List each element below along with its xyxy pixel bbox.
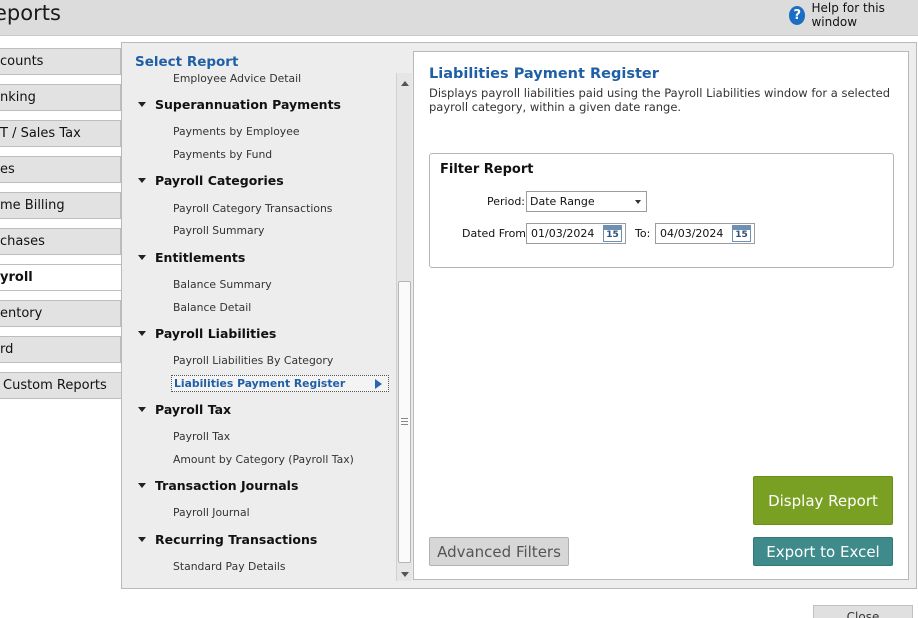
category-entitlements[interactable]: Entitlements [138, 250, 245, 265]
tab-card[interactable]: rd [0, 336, 121, 363]
close-button[interactable]: Close [813, 605, 913, 618]
period-value: Date Range [530, 195, 595, 208]
triangle-down-icon[interactable] [138, 255, 146, 260]
tab-label: Custom Reports [3, 378, 107, 393]
display-report-button[interactable]: Display Report [753, 476, 893, 525]
scroll-up-icon[interactable] [401, 81, 409, 86]
tab-gst-sales-tax[interactable]: T / Sales Tax [0, 120, 121, 147]
report-item[interactable]: Balance Summary [173, 278, 272, 291]
report-item[interactable]: Payroll Summary [173, 224, 264, 237]
calendar-icon[interactable]: 15 [603, 225, 622, 242]
report-item[interactable]: Standard Pay Details [173, 560, 285, 573]
date-to-value: 04/03/2024 [660, 227, 724, 240]
tab-label: chases [0, 234, 45, 249]
calendar-day: 15 [735, 230, 748, 240]
tab-time-billing[interactable]: me Billing [0, 192, 121, 219]
tab-payroll[interactable]: yroll [0, 264, 123, 291]
dated-from-field[interactable]: 01/03/2024 15 [526, 223, 626, 244]
select-report-heading: Select Report [135, 54, 239, 70]
report-item[interactable]: Payroll Tax [173, 430, 230, 443]
category-label: Transaction Journals [155, 478, 299, 493]
period-select[interactable]: Date Range [526, 191, 647, 212]
filter-title: Filter Report [440, 162, 534, 177]
window-titlebar: eports ? Help for this window [0, 0, 918, 36]
date-to-field[interactable]: 04/03/2024 15 [655, 223, 755, 244]
tab-accounts[interactable]: counts [0, 48, 121, 75]
report-item[interactable]: Payroll Journal [173, 506, 250, 519]
grip-icon [401, 418, 408, 425]
tab-inventory[interactable]: entory [0, 300, 121, 327]
period-label: Period: [487, 195, 526, 208]
help-link[interactable]: ? Help for this window [789, 1, 918, 29]
calendar-day: 15 [606, 230, 619, 240]
advanced-filters-button[interactable]: Advanced Filters [429, 537, 569, 566]
report-description: Displays payroll liabilities paid using … [429, 86, 891, 114]
triangle-down-icon[interactable] [138, 483, 146, 488]
category-label: Entitlements [155, 250, 246, 265]
triangle-down-icon[interactable] [138, 178, 146, 183]
category-payroll-categories[interactable]: Payroll Categories [138, 173, 284, 188]
export-to-excel-button[interactable]: Export to Excel [753, 537, 893, 566]
tab-label: T / Sales Tax [0, 126, 81, 141]
tab-label: yroll [0, 270, 33, 285]
dated-from-value: 01/03/2024 [531, 227, 595, 240]
report-item[interactable]: Balance Detail [173, 301, 251, 314]
report-item[interactable]: Amount by Category (Payroll Tax) [173, 453, 354, 466]
triangle-down-icon[interactable] [138, 102, 146, 107]
category-superannuation-payments[interactable]: Superannuation Payments [138, 97, 341, 112]
report-item[interactable]: Payroll Category Transactions [173, 202, 332, 215]
tab-banking[interactable]: nking [0, 84, 121, 111]
tab-label: es [0, 162, 15, 177]
help-label[interactable]: Help for this window [811, 1, 918, 29]
window-title: eports [0, 1, 61, 25]
tab-label: rd [0, 342, 14, 357]
category-label: Payroll Tax [155, 402, 232, 417]
tab-custom-reports[interactable]: Custom Reports [0, 372, 124, 399]
category-label: Superannuation Payments [155, 97, 341, 112]
category-transaction-journals[interactable]: Transaction Journals [138, 478, 298, 493]
category-recurring-transactions[interactable]: Recurring Transactions [138, 532, 317, 547]
arrow-right-icon [375, 379, 382, 389]
report-item[interactable]: Payments by Employee [173, 125, 299, 138]
triangle-down-icon[interactable] [138, 407, 146, 412]
category-payroll-tax[interactable]: Payroll Tax [138, 402, 231, 417]
chevron-down-icon[interactable] [635, 200, 641, 204]
tab-label: counts [0, 54, 44, 69]
calendar-icon[interactable]: 15 [732, 225, 751, 242]
scrollbar-thumb[interactable] [398, 281, 411, 563]
tab-purchases[interactable]: chases [0, 228, 121, 255]
triangle-down-icon[interactable] [138, 537, 146, 542]
triangle-down-icon[interactable] [138, 331, 146, 336]
category-label: Payroll Liabilities [155, 326, 277, 341]
category-label: Recurring Transactions [155, 532, 318, 547]
report-detail-pane: Liabilities Payment Register Displays pa… [413, 51, 909, 580]
tab-label: me Billing [0, 198, 65, 213]
report-item-label: Liabilities Payment Register [174, 377, 346, 390]
scroll-down-icon[interactable] [401, 572, 409, 577]
report-list: Select Report Employee Advice Detail Sup… [122, 43, 398, 588]
report-item[interactable]: Payments by Fund [173, 148, 272, 161]
report-item-selected[interactable]: Liabilities Payment Register [171, 375, 389, 392]
category-label: Payroll Categories [155, 173, 284, 188]
tab-label: entory [0, 306, 43, 321]
to-label: To: [635, 227, 651, 240]
report-list-scrollbar[interactable] [396, 73, 412, 581]
report-item[interactable]: Payroll Liabilities By Category [173, 354, 333, 367]
category-payroll-liabilities[interactable]: Payroll Liabilities [138, 326, 276, 341]
report-item[interactable]: Employee Advice Detail [173, 72, 301, 85]
tab-label: nking [0, 90, 36, 105]
help-icon[interactable]: ? [789, 5, 806, 25]
tab-sales[interactable]: es [0, 156, 121, 183]
dated-from-label: Dated From: [462, 227, 530, 240]
report-title: Liabilities Payment Register [429, 66, 659, 82]
reports-panel: Select Report Employee Advice Detail Sup… [121, 42, 917, 589]
filter-report-box: Filter Report Period: Date Range Dated F… [429, 153, 894, 268]
